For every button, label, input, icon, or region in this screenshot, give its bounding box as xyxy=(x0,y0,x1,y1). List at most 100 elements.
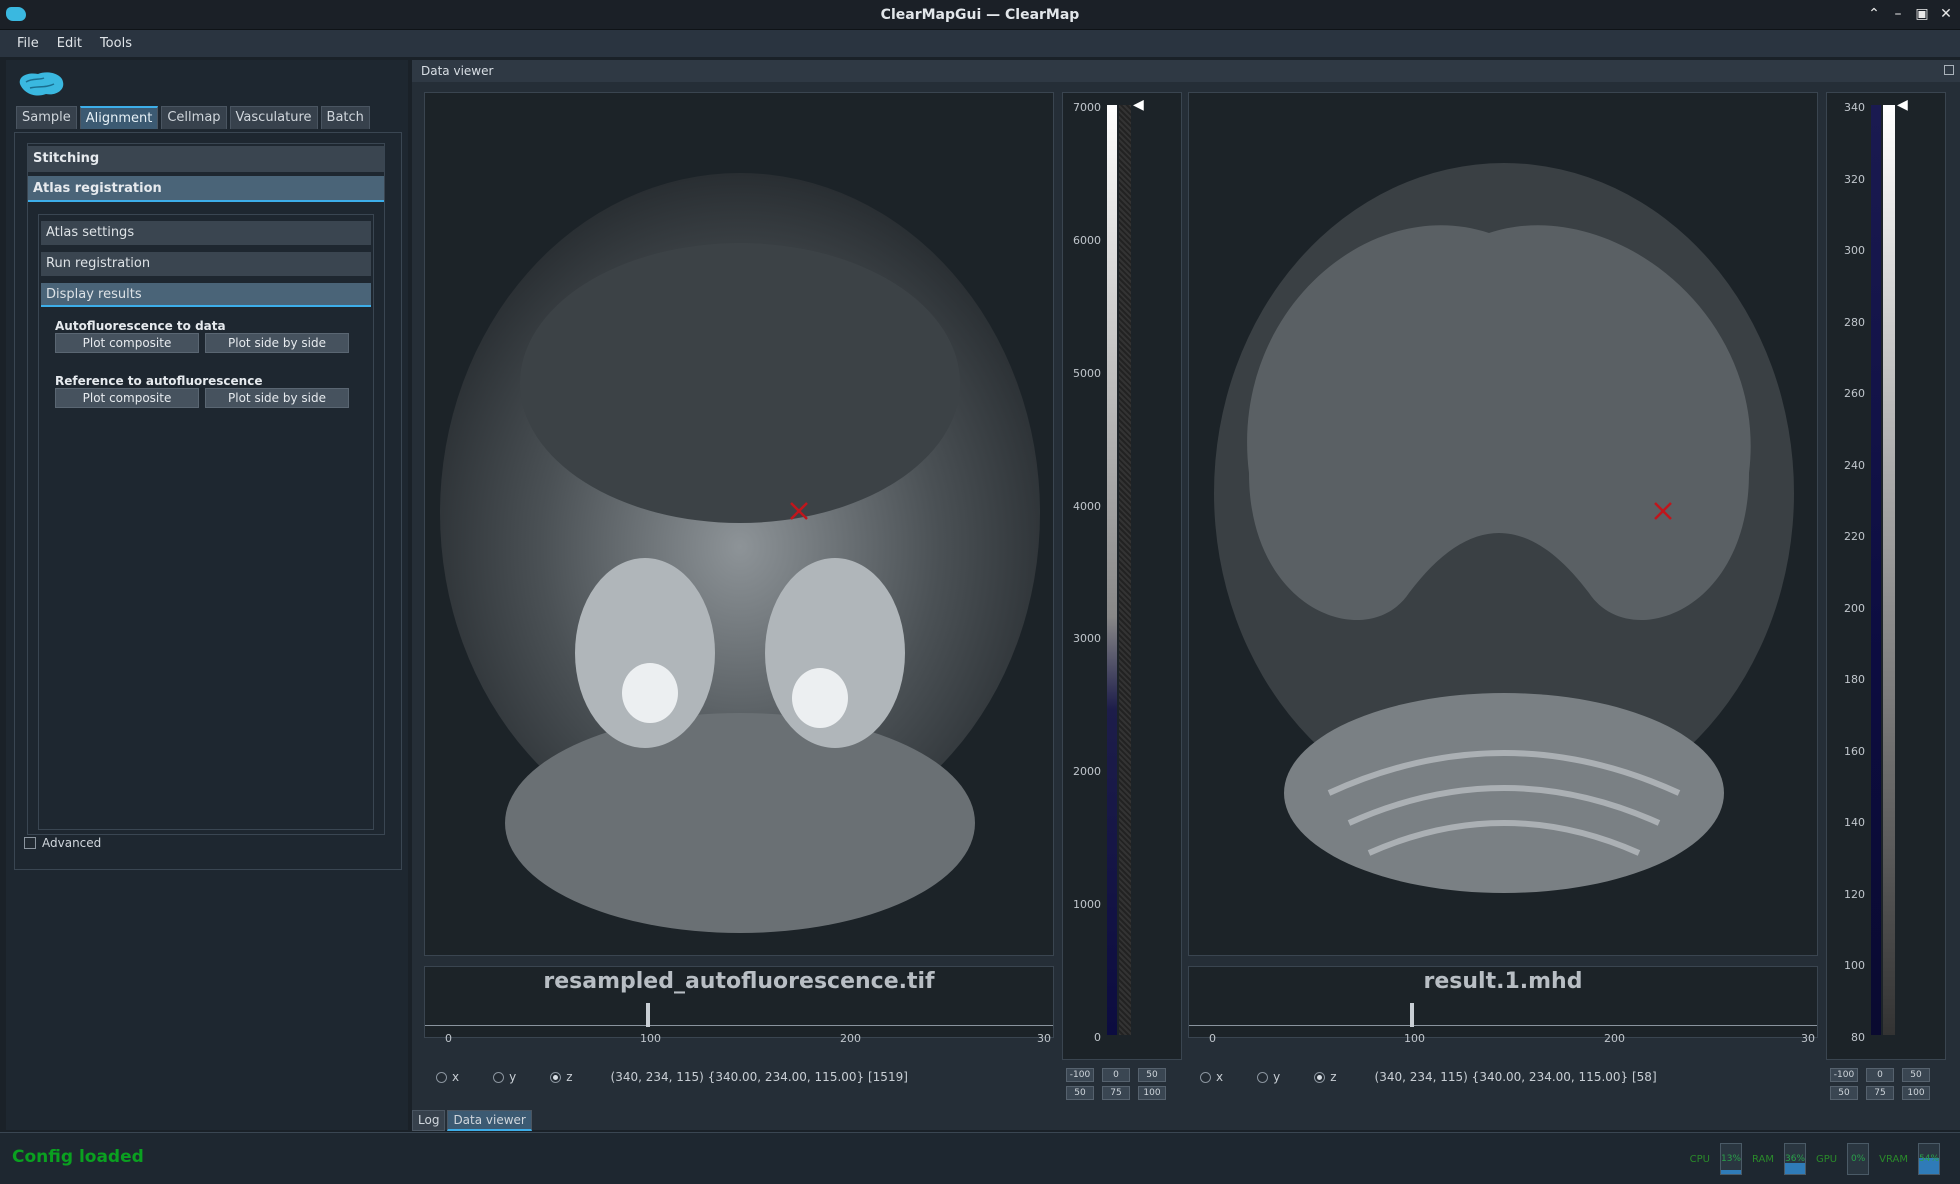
bottom-dock-tabs: Log Data viewer xyxy=(412,1110,532,1131)
section-atlas-registration[interactable]: Atlas registration xyxy=(28,176,384,202)
right-radio-x[interactable]: x xyxy=(1200,1070,1223,1084)
minimize-icon[interactable]: – xyxy=(1890,5,1906,23)
tab-data-viewer[interactable]: Data viewer xyxy=(447,1110,532,1131)
colorbar-tick: 180 xyxy=(1844,673,1865,687)
colorbar-tick: 1000 xyxy=(1073,898,1101,912)
menu-tools[interactable]: Tools xyxy=(91,32,141,55)
right-colorbar-buttons: -100 0 50 50 75 100 xyxy=(1830,1068,1930,1100)
left-tick-0: 0 xyxy=(445,1032,452,1045)
right-slice-plot[interactable]: result.1.mhd 0 100 200 30 xyxy=(1188,966,1818,1045)
colorbar-tick: 220 xyxy=(1844,530,1865,544)
atlas-reference-brain-image[interactable] xyxy=(1189,93,1817,955)
advanced-checkbox[interactable]: Advanced xyxy=(24,836,101,850)
colorbar-tick: 7000 xyxy=(1073,101,1101,114)
right-filename: result.1.mhd xyxy=(1423,969,1583,994)
section-stitching[interactable]: Stitching xyxy=(28,146,384,172)
alignment-tab-pane: Stitching Atlas registration Atlas setti… xyxy=(14,132,402,870)
window-controls: ⌃ – ▣ ✕ xyxy=(1866,5,1954,23)
colorbar-tick: 260 xyxy=(1844,387,1865,401)
cb-btn[interactable]: 100 xyxy=(1902,1086,1930,1100)
colorbar-tick: 6000 xyxy=(1073,233,1101,247)
brain-logo-icon xyxy=(19,72,64,96)
left-slice-marker[interactable] xyxy=(646,1003,651,1027)
left-radio-y[interactable]: y xyxy=(493,1070,516,1084)
advanced-label: Advanced xyxy=(42,836,102,850)
left-alpha-strip xyxy=(1119,105,1131,1035)
right-image-view[interactable] xyxy=(1188,92,1818,956)
left-radio-x[interactable]: x xyxy=(436,1070,459,1084)
tab-batch[interactable]: Batch xyxy=(320,106,370,129)
subsection-atlas-settings[interactable]: Atlas settings xyxy=(41,221,371,245)
left-colorbar[interactable]: 7000 6000 5000 4000 3000 2000 1000 0 ◀ xyxy=(1062,92,1182,1060)
usage-meter: 54% xyxy=(1918,1143,1940,1175)
left-coords-readout: (340, 234, 115) {340.00, 234.00, 115.00}… xyxy=(610,1070,908,1084)
right-colorbar-top-handle-icon[interactable]: ◀ xyxy=(1897,97,1908,113)
cb-btn[interactable]: 75 xyxy=(1866,1086,1894,1100)
meter-label: RAM xyxy=(1752,1153,1775,1165)
right-radio-y[interactable]: y xyxy=(1257,1070,1280,1084)
close-icon[interactable]: ✕ xyxy=(1938,5,1954,23)
app-icon xyxy=(6,7,26,21)
cb-btn[interactable]: -100 xyxy=(1066,1068,1094,1082)
autofluorescence-brain-image[interactable] xyxy=(425,93,1053,955)
left-radio-z[interactable]: z xyxy=(550,1070,573,1084)
menu-edit[interactable]: Edit xyxy=(48,32,91,55)
meter-fill xyxy=(1721,1170,1742,1174)
tab-cellmap[interactable]: Cellmap xyxy=(161,106,227,129)
cb-btn[interactable]: 50 xyxy=(1902,1068,1930,1082)
left-colorbar-buttons: -100 0 50 50 75 100 xyxy=(1066,1068,1166,1100)
cb-btn[interactable]: 50 xyxy=(1830,1086,1858,1100)
subsection-run-registration[interactable]: Run registration xyxy=(41,252,371,276)
right-tick-200: 200 xyxy=(1604,1032,1625,1045)
maximize-icon[interactable]: ▣ xyxy=(1914,5,1930,23)
right-slice-axis xyxy=(1189,1025,1817,1026)
right-slice-marker[interactable] xyxy=(1410,1003,1415,1027)
left-image-view[interactable] xyxy=(424,92,1054,956)
tab-sample[interactable]: Sample xyxy=(16,106,77,129)
float-window-icon[interactable] xyxy=(1944,65,1954,75)
cb-btn[interactable]: 100 xyxy=(1138,1086,1166,1100)
tab-vasculature[interactable]: Vasculature xyxy=(229,106,318,129)
right-alpha-strip xyxy=(1883,105,1895,1035)
plot-composite-button-1[interactable]: Plot composite xyxy=(55,333,199,353)
left-slice-plot[interactable]: resampled_autofluorescence.tif 0 100 200… xyxy=(424,966,1054,1045)
alignment-toolbox: Stitching Atlas registration Atlas setti… xyxy=(27,143,385,835)
colorbar-tick: 320 xyxy=(1844,172,1865,186)
colorbar-tick: 5000 xyxy=(1073,366,1101,380)
cb-btn[interactable]: 50 xyxy=(1138,1068,1166,1082)
viewer-title: Data viewer xyxy=(421,64,494,78)
meter-value: 36% xyxy=(1785,1154,1806,1164)
cb-btn[interactable]: 50 xyxy=(1066,1086,1094,1100)
group-autofluorescence-to-data: Autofluorescence to data xyxy=(55,319,226,333)
right-tick-0: 0 xyxy=(1209,1032,1216,1045)
colorbar-tick: 100 xyxy=(1844,959,1865,973)
right-radio-z[interactable]: z xyxy=(1314,1070,1337,1084)
plot-composite-button-2[interactable]: Plot composite xyxy=(55,388,199,408)
cb-btn[interactable]: 0 xyxy=(1102,1068,1130,1082)
usage-meter: 36% xyxy=(1784,1143,1807,1175)
meter-value: 13% xyxy=(1721,1154,1742,1164)
left-tick-300: 30 xyxy=(1037,1032,1051,1045)
plot-side-by-side-button-1[interactable]: Plot side by side xyxy=(205,333,349,353)
meter-value: 54% xyxy=(1919,1154,1940,1164)
tab-log[interactable]: Log xyxy=(412,1110,446,1131)
status-bar: Config loaded CPU 13% RAM 36% GPU 0% VRAM 54% xyxy=(0,1132,1960,1184)
left-axis-selector: x y z (340, 234, 115) {340.00, 234.00, 1… xyxy=(436,1070,908,1084)
left-colorbar-gradient xyxy=(1107,105,1117,1035)
cb-btn[interactable]: 75 xyxy=(1102,1086,1130,1100)
tab-alignment[interactable]: Alignment xyxy=(79,106,159,129)
colorbar-tick: 200 xyxy=(1844,601,1865,615)
checkbox-box[interactable] xyxy=(24,837,36,849)
plot-side-by-side-button-2[interactable]: Plot side by side xyxy=(205,388,349,408)
cb-btn[interactable]: -100 xyxy=(1830,1068,1858,1082)
cb-btn[interactable]: 0 xyxy=(1866,1068,1894,1082)
left-colorbar-top-handle-icon[interactable]: ◀ xyxy=(1133,97,1144,113)
data-viewer: Data viewer resampled_autofluorescence.t… xyxy=(412,60,1960,1130)
shade-icon[interactable]: ⌃ xyxy=(1866,5,1882,23)
menu-file[interactable]: File xyxy=(8,32,48,55)
subsection-display-results[interactable]: Display results xyxy=(41,283,371,307)
viewer-header: Data viewer xyxy=(412,60,1960,82)
resource-meters: CPU 13% RAM 36% GPU 0% VRAM 54% xyxy=(1690,1143,1940,1175)
right-colorbar[interactable]: 340 320 300 280 260 240 220 200 180 160 140 120 100 8… xyxy=(1826,92,1946,1060)
colorbar-tick: 140 xyxy=(1844,816,1865,830)
